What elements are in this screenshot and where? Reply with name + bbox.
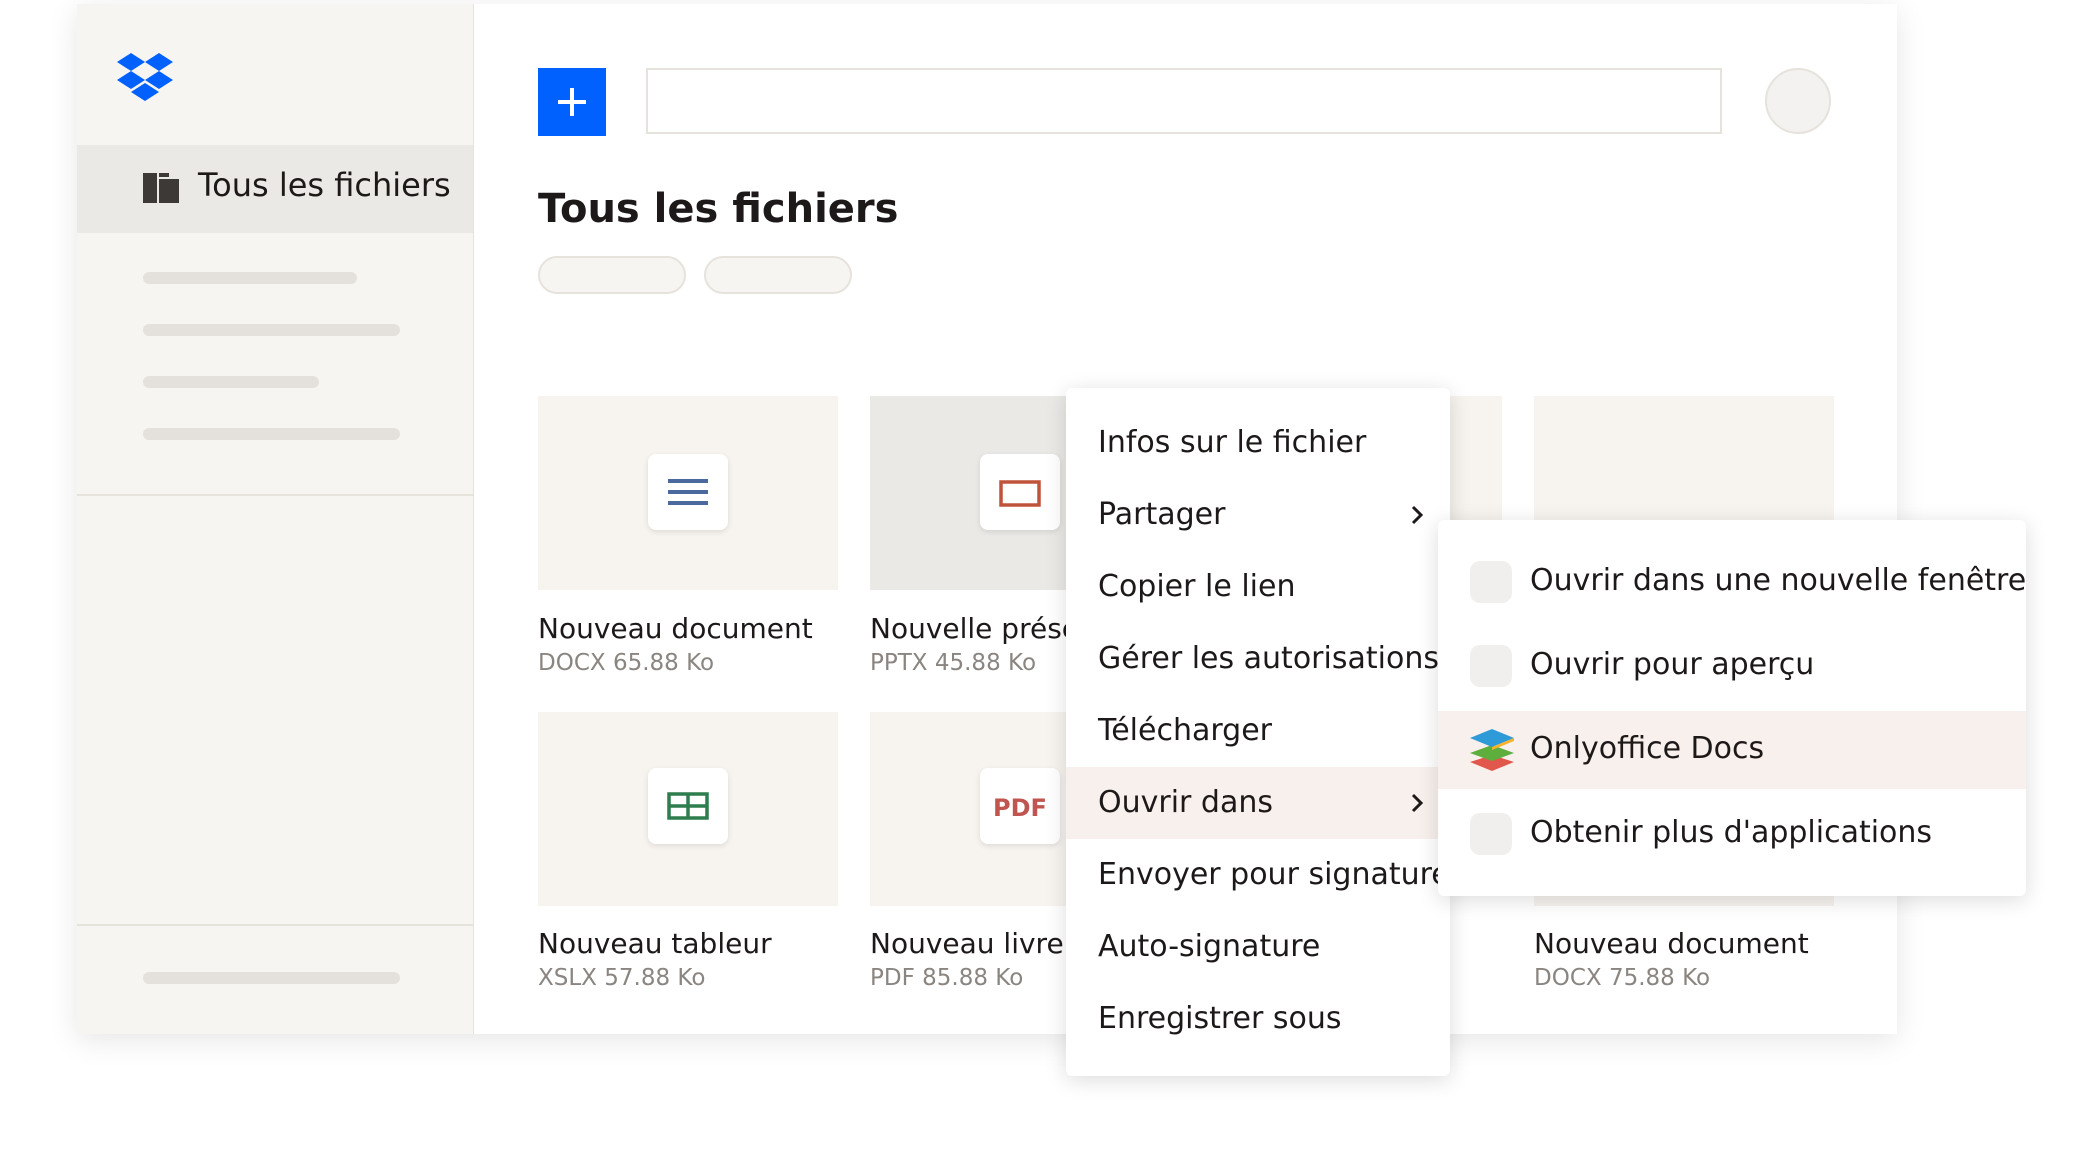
filter-chip[interactable] [704,256,852,294]
file-name[interactable]: Nouveau tableur [538,927,772,960]
menu-item-label: Ouvrir dans [1098,785,1273,820]
filter-chip[interactable] [538,256,686,294]
file-name[interactable]: Nouveau document [1534,927,1809,960]
submenu-item-open-preview[interactable]: Ouvrir pour aperçu [1438,627,2026,705]
menu-item-manage-permissions[interactable]: Gérer les autorisations [1066,623,1450,695]
avatar[interactable] [1765,68,1831,134]
placeholder-app-icon [1470,561,1512,603]
presentation-icon [980,454,1060,530]
submenu-item-label: Obtenir plus d'applications [1530,815,1933,850]
menu-item-copy-link[interactable]: Copier le lien [1066,551,1450,623]
sidebar-divider [77,924,473,926]
sidebar-placeholder-line [143,324,400,336]
file-name[interactable]: Nouvelle prése [870,612,1079,645]
menu-item-label: Partager [1098,497,1226,532]
sidebar-item-label: Tous les fichiers [198,166,451,204]
menu-item-download[interactable]: Télécharger [1066,695,1450,767]
submenu-item-open-new-window[interactable]: Ouvrir dans une nouvelle fenêtre [1438,543,2026,621]
new-button[interactable] [538,68,606,136]
sidebar-placeholder-line [143,428,400,440]
pdf-icon: PDF [980,768,1060,844]
submenu-item-label: Onlyoffice Docs [1530,731,1765,766]
document-lines-icon [648,454,728,530]
folders-icon [143,173,179,203]
sidebar-divider [77,494,473,496]
menu-item-label: Envoyer pour signature [1098,857,1450,892]
file-meta: PPTX 45.88 Ko [870,650,1037,676]
file-meta: PDF 85.88 Ko [870,965,1024,991]
file-meta: DOCX 75.88 Ko [1534,965,1711,991]
menu-item-self-sign[interactable]: Auto-signature [1066,911,1450,983]
menu-item-label: Infos sur le fichier [1098,425,1367,460]
menu-item-label: Enregistrer sous [1098,1001,1342,1036]
menu-item-open-in[interactable]: Ouvrir dans [1066,767,1450,839]
submenu-item-get-more-apps[interactable]: Obtenir plus d'applications [1438,795,2026,873]
spreadsheet-icon [648,768,728,844]
sidebar-placeholder-line [143,972,400,984]
menu-item-label: Télécharger [1098,713,1273,748]
sidebar-placeholder-line [143,376,319,388]
onlyoffice-icon [1470,729,1514,771]
sidebar-placeholder-line [143,272,357,284]
page-title: Tous les fichiers [538,186,899,232]
submenu-item-label: Ouvrir pour aperçu [1530,647,1815,682]
dropbox-logo-icon[interactable] [117,53,173,101]
placeholder-app-icon [1470,645,1512,687]
search-input[interactable] [646,68,1722,134]
chevron-right-icon [1411,793,1424,813]
menu-item-label: Copier le lien [1098,569,1296,604]
menu-item-file-info[interactable]: Infos sur le fichier [1066,407,1450,479]
file-name[interactable]: Nouveau document [538,612,813,645]
pdf-icon-label: PDF [993,794,1047,822]
menu-item-label: Auto-signature [1098,929,1321,964]
chevron-right-icon [1411,505,1424,525]
placeholder-app-icon [1470,813,1512,855]
file-name[interactable]: Nouveau livre [870,927,1064,960]
file-meta: DOCX 65.88 Ko [538,650,715,676]
menu-item-label: Gérer les autorisations [1098,641,1439,676]
menu-item-send-for-signature[interactable]: Envoyer pour signature [1066,839,1450,911]
menu-item-save-as[interactable]: Enregistrer sous [1066,983,1450,1055]
submenu-item-onlyoffice[interactable]: Onlyoffice Docs [1438,711,2026,789]
submenu-item-label: Ouvrir dans une nouvelle fenêtre [1530,563,2027,598]
file-meta: XSLX 57.88 Ko [538,965,706,991]
menu-item-share[interactable]: Partager [1066,479,1450,551]
